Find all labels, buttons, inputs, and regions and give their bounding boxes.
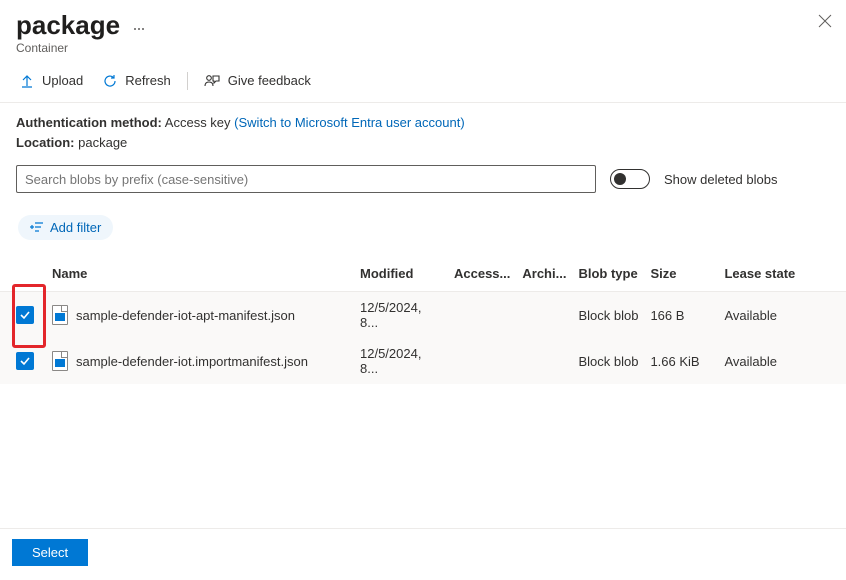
file-icon — [52, 351, 68, 371]
blob-table: Name Modified Access... Archi... Blob ty… — [0, 258, 846, 384]
location-label: Location: — [16, 135, 75, 150]
feedback-button[interactable]: Give feedback — [196, 69, 319, 92]
command-bar: Upload Refresh Give feedback — [0, 61, 846, 102]
cell-archive — [516, 292, 572, 339]
toggle-knob — [614, 173, 626, 185]
page-title: package — [16, 10, 120, 41]
cell-modified: 12/5/2024, 8... — [354, 292, 448, 339]
switch-auth-link[interactable]: (Switch to Microsoft Entra user account) — [234, 115, 464, 130]
page-subtitle: Container — [16, 41, 830, 55]
add-filter-button[interactable]: Add filter — [18, 215, 113, 240]
feedback-label: Give feedback — [228, 73, 311, 88]
row-checkbox[interactable] — [16, 306, 34, 324]
select-button[interactable]: Select — [12, 539, 88, 566]
auth-method-value: Access key — [165, 115, 231, 130]
column-header-lease[interactable]: Lease state — [718, 258, 846, 292]
table-row[interactable]: sample-defender-iot.importmanifest.json … — [0, 338, 846, 384]
refresh-button[interactable]: Refresh — [95, 69, 179, 92]
check-icon — [19, 355, 31, 367]
location-value: package — [78, 135, 127, 150]
row-checkbox[interactable] — [16, 352, 34, 370]
search-input[interactable] — [16, 165, 596, 193]
close-button[interactable] — [818, 14, 832, 31]
file-name[interactable]: sample-defender-iot-apt-manifest.json — [76, 308, 295, 323]
upload-icon — [20, 74, 34, 88]
more-actions-button[interactable] — [130, 24, 148, 34]
upload-label: Upload — [42, 73, 83, 88]
cell-size: 1.66 KiB — [644, 338, 718, 384]
refresh-label: Refresh — [125, 73, 171, 88]
filter-icon — [30, 222, 44, 234]
cell-lease: Available — [718, 338, 846, 384]
cell-blobtype: Block blob — [572, 292, 644, 339]
column-header-archive[interactable]: Archi... — [516, 258, 572, 292]
column-header-name[interactable]: Name — [46, 258, 354, 292]
auth-method-label: Authentication method: — [16, 115, 162, 130]
file-icon — [52, 305, 68, 325]
cell-size: 166 B — [644, 292, 718, 339]
cell-access — [448, 338, 516, 384]
column-header-access[interactable]: Access... — [448, 258, 516, 292]
close-icon — [818, 14, 832, 28]
file-name[interactable]: sample-defender-iot.importmanifest.json — [76, 354, 308, 369]
column-header-modified[interactable]: Modified — [354, 258, 448, 292]
cell-archive — [516, 338, 572, 384]
table-row[interactable]: sample-defender-iot-apt-manifest.json 12… — [0, 292, 846, 339]
feedback-icon — [204, 74, 220, 88]
cell-access — [448, 292, 516, 339]
toolbar-divider — [187, 72, 188, 90]
column-header-size[interactable]: Size — [644, 258, 718, 292]
check-icon — [19, 309, 31, 321]
add-filter-label: Add filter — [50, 220, 101, 235]
upload-button[interactable]: Upload — [12, 69, 91, 92]
column-header-blobtype[interactable]: Blob type — [572, 258, 644, 292]
cell-modified: 12/5/2024, 8... — [354, 338, 448, 384]
show-deleted-label: Show deleted blobs — [664, 172, 777, 187]
show-deleted-toggle[interactable] — [610, 169, 650, 189]
cell-blobtype: Block blob — [572, 338, 644, 384]
cell-lease: Available — [718, 292, 846, 339]
refresh-icon — [103, 74, 117, 88]
